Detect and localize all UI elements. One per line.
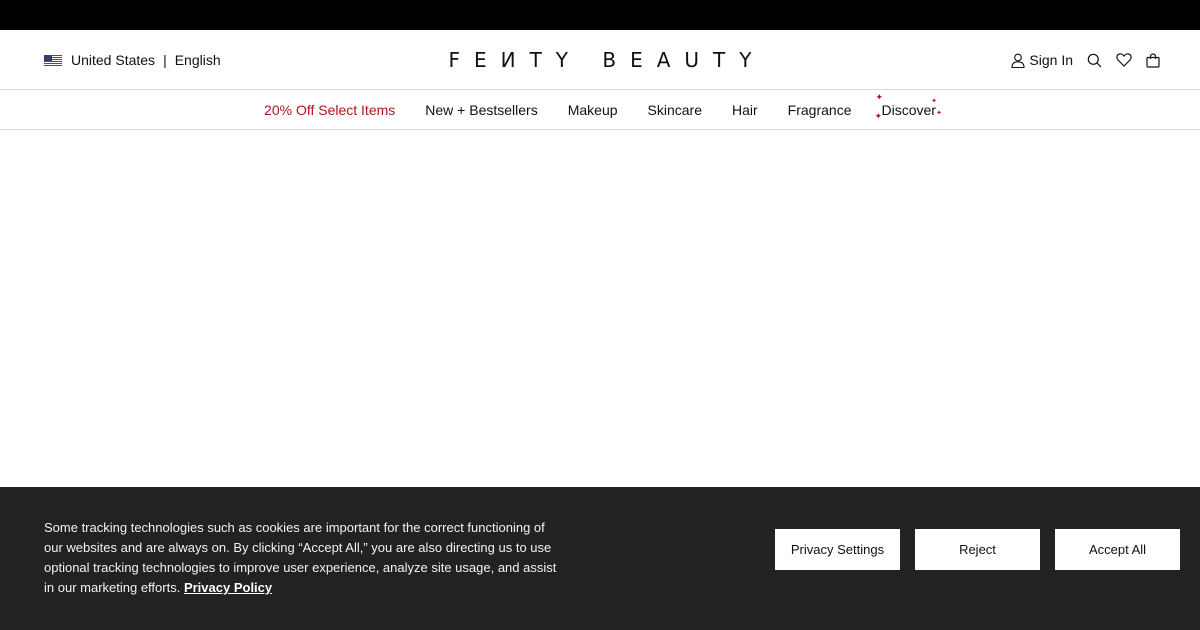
sparkle-icon: ✦ (875, 91, 884, 102)
sparkle-icon: ✦ (936, 109, 942, 117)
search-icon (1087, 53, 1102, 68)
site-header: United States | English FEИTY BEAUTY Sig… (0, 30, 1200, 90)
accept-all-button[interactable]: Accept All (1055, 529, 1180, 570)
nav-item-new-bestsellers[interactable]: New + Bestsellers (425, 102, 537, 118)
page-content-area (0, 130, 1200, 487)
reject-button[interactable]: Reject (915, 529, 1040, 570)
nav-item-skincare[interactable]: Skincare (648, 102, 702, 118)
nav-item-hair[interactable]: Hair (732, 102, 758, 118)
cart-button[interactable] (1146, 52, 1160, 68)
heart-icon (1116, 53, 1132, 67)
top-announcement-bar (0, 0, 1200, 30)
sign-in-link[interactable]: Sign In (1011, 52, 1073, 68)
brand-logo-text: FEИTY BEAUTY (448, 48, 766, 72)
header-utilities: Sign In (1011, 30, 1160, 90)
sparkle-icon: ✦ (874, 110, 883, 121)
sparkle-icon: ✦ (931, 97, 937, 105)
privacy-policy-link[interactable]: Privacy Policy (184, 580, 272, 595)
nav-item-makeup[interactable]: Makeup (568, 102, 618, 118)
user-icon (1011, 53, 1029, 68)
nav-item-sale[interactable]: 20% Off Select Items (264, 102, 395, 118)
wishlist-button[interactable] (1116, 53, 1132, 67)
cookie-banner-message: Some tracking technologies such as cooki… (44, 520, 557, 595)
main-navigation: 20% Off Select Items New + Bestsellers M… (0, 90, 1200, 130)
privacy-settings-button[interactable]: Privacy Settings (775, 529, 900, 570)
search-button[interactable] (1087, 53, 1102, 68)
nav-item-fragrance[interactable]: Fragrance (788, 102, 852, 118)
nav-item-discover[interactable]: Discover ✦ ✦ ✦ ✦ (874, 92, 941, 120)
nav-item-discover-label: Discover (881, 101, 936, 118)
cookie-consent-banner: Some tracking technologies such as cooki… (0, 487, 1200, 630)
bag-icon (1146, 52, 1160, 68)
sign-in-label: Sign In (1029, 52, 1073, 68)
cookie-banner-text: Some tracking technologies such as cooki… (44, 518, 564, 598)
